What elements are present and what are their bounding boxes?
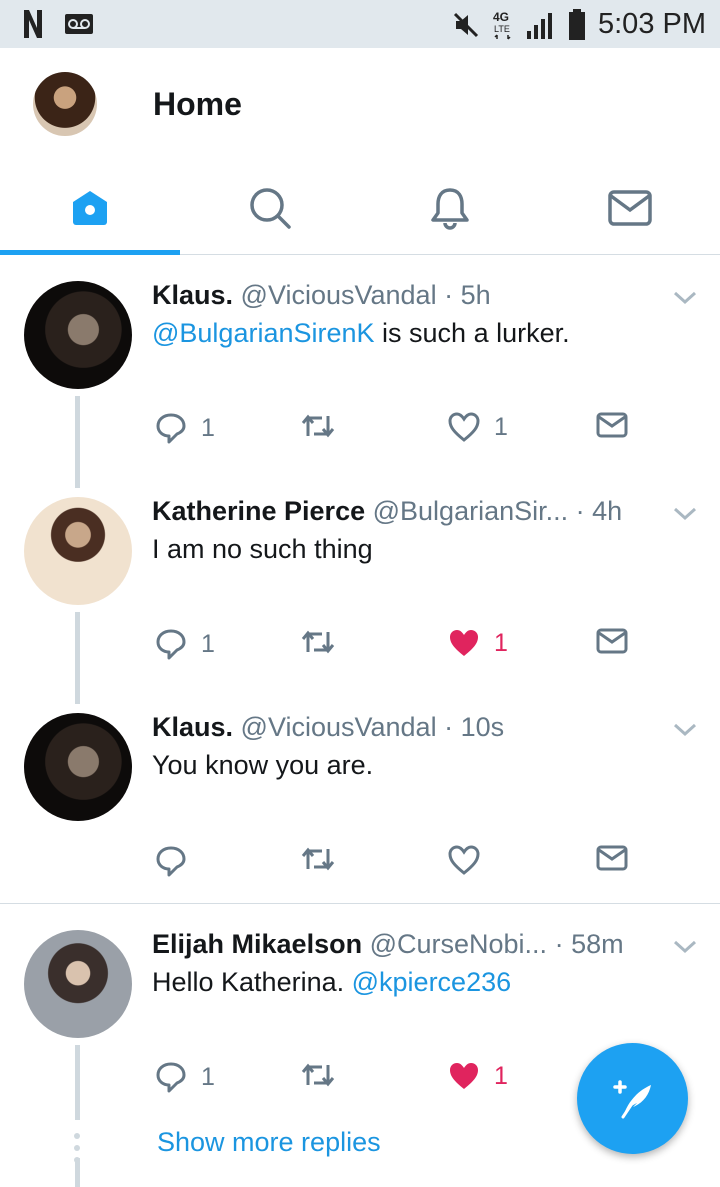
tweet-time: · 58m	[554, 929, 624, 959]
reply-icon	[156, 1062, 186, 1093]
mail-icon	[596, 845, 628, 871]
compose-tweet-button[interactable]	[577, 1043, 688, 1154]
dm-button[interactable]	[596, 412, 628, 438]
heart-filled-icon	[450, 630, 478, 656]
tweet-text: @BulgarianSirenK is such a lurker.	[152, 318, 570, 349]
show-more-replies-link[interactable]: Show more replies	[157, 1127, 381, 1158]
tweet-actions: 1 1	[0, 412, 720, 456]
tab-home[interactable]	[0, 160, 180, 255]
tweet-text-content: Hello Katherina.	[152, 967, 352, 997]
author-handle[interactable]: @BulgarianSir...	[373, 496, 569, 526]
reply-button[interactable]: 1	[155, 1061, 215, 1093]
reply-icon	[156, 413, 186, 444]
chevron-down-icon[interactable]	[672, 506, 698, 522]
retweet-button[interactable]	[300, 845, 336, 873]
tweet-text: Hello Katherina. @kpierce236	[152, 967, 511, 998]
tab-bar	[0, 160, 720, 255]
reply-button[interactable]: 1	[155, 412, 215, 444]
retweet-button[interactable]	[300, 412, 336, 440]
avatar[interactable]	[24, 713, 132, 821]
search-icon	[250, 187, 291, 229]
signal-icon	[527, 12, 552, 39]
author-name[interactable]: Katherine Pierce	[152, 496, 365, 526]
dm-button[interactable]	[596, 628, 628, 654]
reply-icon	[156, 846, 186, 877]
author-name[interactable]: Klaus.	[152, 280, 233, 310]
retweet-icon	[301, 414, 335, 438]
author-handle[interactable]: @ViciousVandal	[241, 712, 437, 742]
retweet-icon	[301, 630, 335, 654]
status-bar: 4G LTE 5:03 PM	[0, 0, 720, 48]
active-tab-indicator	[0, 250, 180, 255]
svg-text:4G: 4G	[493, 10, 509, 24]
network-4g-icon: 4G LTE	[493, 10, 511, 40]
avatar[interactable]	[24, 497, 132, 605]
heart-icon	[448, 412, 480, 442]
profile-avatar[interactable]	[33, 72, 97, 136]
tweet-header: Katherine Pierce @BulgarianSir... · 4h	[152, 496, 622, 527]
tab-messages[interactable]	[540, 160, 720, 255]
dm-button[interactable]	[596, 845, 628, 871]
author-name[interactable]: Elijah Mikaelson	[152, 929, 362, 959]
voicemail-icon	[65, 14, 93, 34]
tweet-time: · 5h	[444, 280, 491, 310]
home-icon	[73, 190, 107, 225]
reply-icon	[156, 629, 186, 660]
reply-count: 1	[201, 629, 215, 658]
mention-link[interactable]: @BulgarianSirenK	[152, 318, 375, 348]
page-title: Home	[153, 86, 242, 122]
mail-icon	[608, 189, 652, 226]
mention-link[interactable]: @kpierce236	[352, 967, 512, 997]
tweet-time: · 10s	[444, 712, 505, 742]
reply-button[interactable]: 1	[155, 628, 215, 660]
chevron-down-icon[interactable]	[672, 939, 698, 955]
clock: 5:03 PM	[598, 8, 706, 40]
like-count: 1	[494, 412, 508, 441]
author-handle[interactable]: @ViciousVandal	[241, 280, 437, 310]
battery-icon	[569, 8, 585, 40]
netflix-icon	[24, 10, 42, 38]
more-replies-dots	[74, 1133, 80, 1163]
tweet-text-content: is such a lurker.	[374, 318, 570, 348]
chevron-down-icon[interactable]	[672, 722, 698, 738]
retweet-icon	[301, 847, 335, 871]
author-name[interactable]: Klaus.	[152, 712, 233, 742]
tweet-header: Klaus. @ViciousVandal · 5h	[152, 280, 491, 311]
author-handle[interactable]: @CurseNobi...	[370, 929, 547, 959]
tweet-time: · 4h	[575, 496, 623, 526]
tweet-actions: 1 1	[0, 628, 720, 672]
like-count: 1	[494, 1061, 508, 1090]
like-button[interactable]: 1	[448, 412, 508, 442]
retweet-icon	[301, 1063, 335, 1087]
retweet-button[interactable]	[300, 628, 336, 656]
like-button[interactable]: 1	[448, 1061, 508, 1091]
mail-icon	[596, 628, 628, 654]
tweet-text: I am no such thing	[152, 534, 373, 564]
mute-icon	[453, 12, 479, 37]
heart-icon	[448, 845, 480, 875]
avatar[interactable]	[24, 930, 132, 1038]
like-count: 1	[494, 628, 508, 657]
svg-text:LTE: LTE	[494, 24, 510, 34]
avatar[interactable]	[24, 281, 132, 389]
reply-count: 1	[201, 1062, 215, 1091]
heart-filled-icon	[450, 1063, 478, 1089]
bell-icon	[431, 187, 469, 230]
like-button[interactable]: 1	[448, 628, 508, 658]
tweet-header: Elijah Mikaelson @CurseNobi... · 58m	[152, 929, 624, 960]
tweet-text: You know you are.	[152, 750, 374, 780]
tweet-actions	[0, 845, 720, 889]
retweet-button[interactable]	[300, 1061, 336, 1089]
compose-quill-icon	[612, 1079, 651, 1118]
divider	[0, 903, 720, 904]
reply-button[interactable]	[155, 845, 187, 877]
tweet-header: Klaus. @ViciousVandal · 10s	[152, 712, 504, 743]
reply-count: 1	[201, 413, 215, 442]
tab-search[interactable]	[180, 160, 360, 255]
mail-icon	[596, 412, 628, 438]
chevron-down-icon[interactable]	[672, 290, 698, 306]
like-button[interactable]	[448, 845, 480, 875]
tab-notifications[interactable]	[360, 160, 540, 255]
